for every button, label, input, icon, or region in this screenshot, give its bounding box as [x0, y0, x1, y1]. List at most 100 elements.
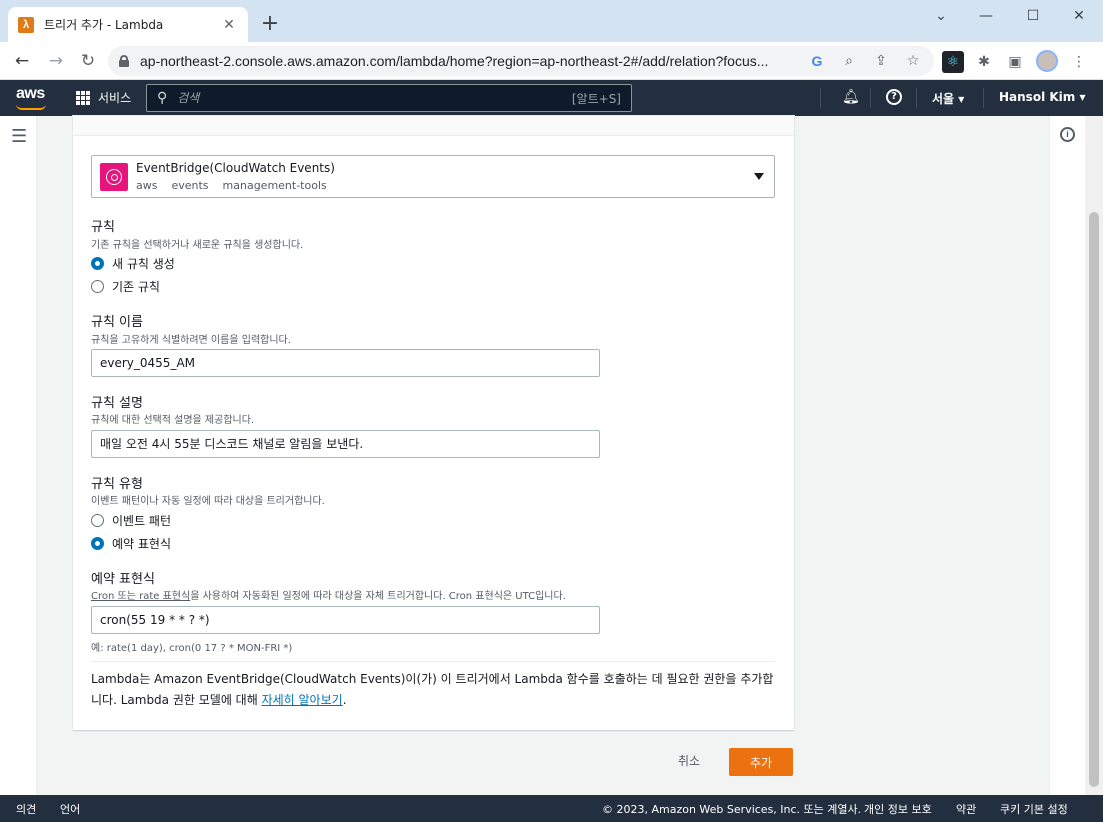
terms-link[interactable]: 약관	[956, 801, 976, 817]
notice-end: .	[342, 693, 347, 707]
panel-header-strip	[73, 116, 794, 136]
help-icon[interactable]: ?	[886, 89, 902, 105]
bookmark-star-icon[interactable]: ☆	[902, 50, 924, 72]
rule-name-input[interactable]: every_0455_AM	[91, 349, 600, 377]
console-footer: 의견 언어 © 2023, Amazon Web Services, Inc. …	[0, 795, 1103, 822]
add-button[interactable]: 추가	[729, 748, 793, 776]
page-scrollbar[interactable]	[1085, 116, 1103, 795]
rule-name-description: 규칙을 고유하게 식별하려면 이름을 입력합니다.	[91, 335, 291, 346]
radio-schedule-expression[interactable]: 예약 표현식	[91, 535, 171, 552]
radio-unselected[interactable]	[91, 514, 104, 527]
radio-event-pattern[interactable]: 이벤트 패턴	[91, 512, 171, 529]
radio-selected[interactable]	[91, 257, 104, 270]
services-menu-button[interactable]: 서비스	[76, 89, 131, 106]
header-divider	[983, 88, 984, 108]
rule-description: 기존 규칙을 선택하거나 새로운 규칙을 생성합니다.	[91, 240, 304, 251]
permission-notice-text: Lambda는 Amazon EventBridge(CloudWatch Ev…	[91, 672, 774, 707]
left-navigation-rail: ☰	[0, 116, 37, 795]
search-input[interactable]	[177, 91, 572, 105]
close-window-button[interactable]: ✕	[1056, 4, 1102, 28]
tab-title: 트리거 추가 - Lambda	[44, 18, 164, 32]
schedule-description: Cron 또는 rate 표현식을 사용하여 자동화된 일정에 따라 대상을 자…	[91, 587, 566, 602]
radio-unselected[interactable]	[91, 280, 104, 293]
notifications-bell-icon[interactable]: 🔔︎	[842, 89, 860, 105]
info-icon[interactable]: i	[1060, 127, 1075, 142]
back-arrow-icon[interactable]: ←	[10, 49, 34, 73]
radio-label: 새 규칙 생성	[112, 257, 175, 271]
tab-search-icon[interactable]: ⌄	[918, 4, 964, 28]
address-bar[interactable]: ap-northeast-2.console.aws.amazon.com/la…	[108, 46, 934, 76]
zoom-icon[interactable]: ⌕	[838, 50, 860, 72]
trigger-source-select[interactable]: EventBridge(CloudWatch Events) aws event…	[91, 155, 775, 198]
cookie-preferences-link[interactable]: 쿠키 기본 설정	[1000, 801, 1068, 817]
rule-label: 규칙	[91, 220, 115, 235]
learn-more-link[interactable]: 자세히 알아보기	[262, 693, 343, 707]
cancel-button[interactable]: 취소	[666, 748, 712, 774]
share-icon[interactable]: ⇪	[870, 50, 892, 72]
schedule-example-hint: 예: rate(1 day), cron(0 17 ? * MON-FRI *)	[91, 643, 293, 654]
cron-docs-link[interactable]: Cron 또는 rate 표현식	[91, 591, 190, 602]
reload-icon[interactable]: ↻	[76, 49, 100, 73]
feedback-link[interactable]: 의견	[16, 801, 36, 817]
browser-toolbar: ← → ↻ ap-northeast-2.console.aws.amazon.…	[0, 42, 1103, 80]
url-text[interactable]: ap-northeast-2.console.aws.amazon.com/la…	[140, 53, 796, 69]
header-divider	[820, 88, 821, 108]
rule-desc-description: 규칙에 대한 선택적 설명을 제공합니다.	[91, 415, 255, 426]
header-divider	[870, 88, 871, 108]
search-box[interactable]: ⚲ [알트+S]	[146, 84, 632, 112]
browser-tab[interactable]: λ 트리거 추가 - Lambda ✕	[8, 7, 248, 42]
menu-hamburger-icon[interactable]: ☰	[11, 126, 27, 147]
scrollbar-thumb[interactable]	[1089, 212, 1099, 787]
google-translate-icon[interactable]: G	[806, 50, 828, 72]
radio-label: 이벤트 패턴	[112, 514, 172, 528]
aws-logo[interactable]: aws	[16, 85, 45, 103]
forward-arrow-icon[interactable]: →	[44, 49, 68, 73]
account-menu[interactable]: Hansol Kim ▾	[999, 90, 1085, 104]
schedule-expression-input[interactable]: cron(55 19 * * ? *)	[91, 606, 600, 634]
search-shortcut: [알트+S]	[571, 91, 621, 106]
lambda-favicon-icon: λ	[18, 16, 34, 33]
schedule-description-text: 을 사용하여 자동화된 일정에 따라 대상을 자체 트리거합니다. Cron 표…	[190, 591, 566, 602]
aws-console-header: aws 서비스 ⚲ [알트+S] 🔔︎ ? 서울 ▾ Hansol Kim ▾	[0, 80, 1103, 116]
header-divider	[916, 88, 917, 108]
lock-icon[interactable]	[118, 55, 130, 67]
radio-label: 기존 규칙	[112, 280, 160, 294]
minimize-button[interactable]: —	[963, 4, 1009, 28]
right-tools-rail: i	[1049, 116, 1085, 795]
tag: aws	[136, 179, 158, 192]
extensions-puzzle-icon[interactable]: ✱	[973, 51, 995, 73]
aws-smile-icon	[16, 104, 46, 110]
grid-icon	[76, 90, 90, 105]
radio-existing-rule[interactable]: 기존 규칙	[91, 278, 160, 295]
react-devtools-icon[interactable]: ⚛	[942, 51, 964, 73]
new-tab-button[interactable]: +	[258, 12, 282, 36]
region-selector[interactable]: 서울 ▾	[932, 90, 964, 107]
radio-new-rule[interactable]: 새 규칙 생성	[91, 255, 175, 272]
rule-type-description: 이벤트 패턴이나 자동 일정에 따라 대상을 트리거합니다.	[91, 496, 325, 507]
dropdown-caret-icon	[754, 173, 764, 180]
search-icon: ⚲	[157, 90, 168, 106]
permission-notice: Lambda는 Amazon EventBridge(CloudWatch Ev…	[91, 669, 775, 711]
trigger-source-name: EventBridge(CloudWatch Events)	[136, 161, 335, 175]
radio-selected[interactable]	[91, 537, 104, 550]
language-link[interactable]: 언어	[60, 801, 80, 817]
eventbridge-icon	[100, 162, 128, 191]
section-divider	[91, 661, 775, 662]
rule-desc-input[interactable]: 매일 오전 4시 55분 디스코드 채널로 알림을 보낸다.	[91, 430, 600, 458]
privacy-link[interactable]: 개인 정보 보호	[864, 801, 932, 817]
tab-close-icon[interactable]: ✕	[220, 17, 238, 33]
schedule-label: 예약 표현식	[91, 572, 155, 587]
rule-desc-label: 규칙 설명	[91, 396, 143, 411]
copyright-text: © 2023, Amazon Web Services, Inc. 또는 계열사…	[602, 803, 862, 816]
trigger-configuration-panel: EventBridge(CloudWatch Events) aws event…	[73, 116, 794, 730]
tag: events	[171, 179, 209, 192]
radio-label: 예약 표현식	[112, 537, 172, 551]
profile-avatar[interactable]	[1036, 50, 1058, 72]
browser-titlebar: λ 트리거 추가 - Lambda ✕ + ⌄ — ☐ ✕	[0, 0, 1103, 42]
trigger-source-tags: aws events management-tools	[136, 179, 754, 192]
tag: management-tools	[222, 179, 327, 192]
services-label: 서비스	[98, 91, 132, 105]
maximize-button[interactable]: ☐	[1010, 4, 1056, 28]
side-panel-icon[interactable]: ▣	[1004, 51, 1026, 73]
chrome-menu-icon[interactable]: ⋮	[1068, 51, 1090, 73]
